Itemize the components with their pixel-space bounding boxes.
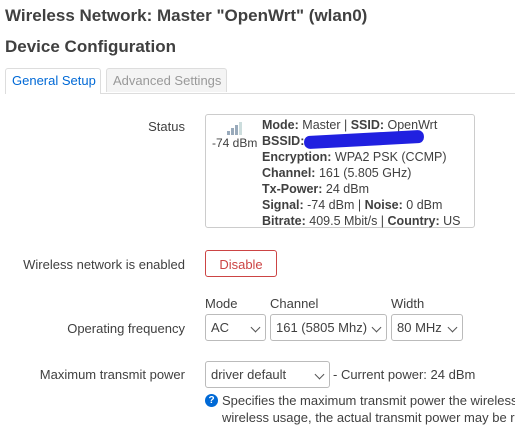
width-header: Width: [391, 296, 425, 311]
tab-general-setup[interactable]: General Setup: [5, 68, 101, 94]
chevron-down-icon: [371, 322, 382, 333]
status-panel: -74 dBm Mode: Master | SSID: OpenWrt BSS…: [205, 114, 475, 228]
chevron-down-icon: [447, 322, 458, 333]
status-label: Status: [148, 119, 185, 134]
chevron-down-icon: [250, 322, 261, 333]
section-title: Device Configuration: [5, 37, 176, 56]
chevron-down-icon: [314, 369, 325, 380]
help-icon: ?: [205, 394, 218, 407]
mode-header: Mode: [205, 296, 238, 311]
txpower-label: Maximum transmit power: [39, 367, 185, 382]
signal-dbm: -74 dBm: [212, 136, 258, 150]
txpower-select[interactable]: driver default: [205, 361, 330, 388]
frequency-label: Operating frequency: [67, 321, 185, 336]
mode-select[interactable]: AC: [205, 314, 266, 341]
width-select[interactable]: 80 MHz: [391, 314, 463, 341]
channel-select[interactable]: 161 (5805 Mhz): [270, 314, 387, 341]
txpower-help: Specifies the maximum transmit power the…: [222, 393, 515, 425]
page-title: Wireless Network: Master "OpenWrt" (wlan…: [5, 6, 368, 25]
tab-advanced-settings[interactable]: Advanced Settings: [106, 68, 227, 92]
enabled-label: Wireless network is enabled: [23, 257, 185, 272]
disable-button[interactable]: Disable: [205, 250, 277, 277]
channel-header: Channel: [270, 296, 319, 311]
signal-strength-icon: [227, 121, 243, 135]
current-power: - Current power: 24 dBm: [333, 367, 476, 382]
tab-bar: General Setup Advanced Settings: [5, 68, 515, 94]
